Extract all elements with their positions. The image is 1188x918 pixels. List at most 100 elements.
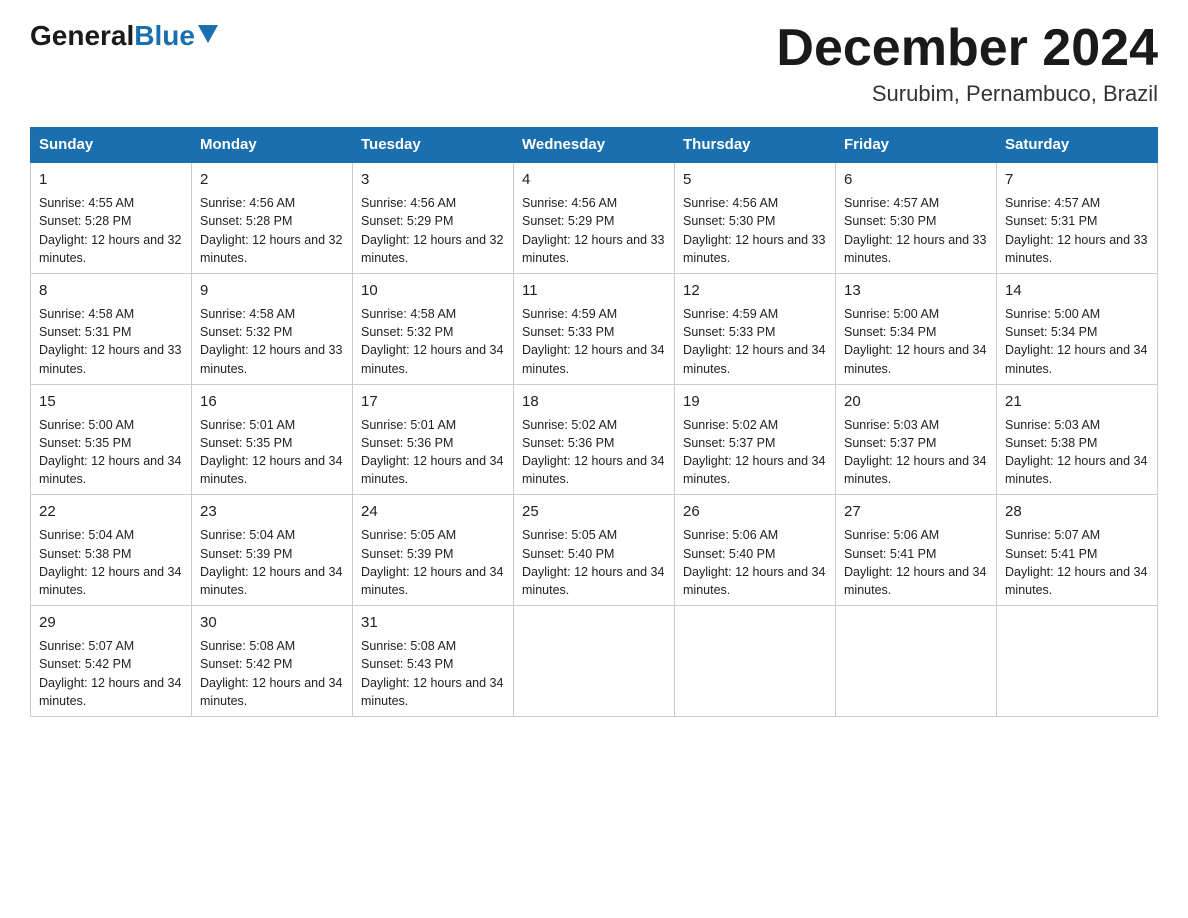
calendar-cell: 27 Sunrise: 5:06 AMSunset: 5:41 PMDayligh… (836, 495, 997, 606)
logo-blue-part: Blue (134, 20, 218, 52)
header-sunday: Sunday (31, 128, 192, 163)
day-info: Sunrise: 5:06 AMSunset: 5:41 PMDaylight:… (844, 528, 986, 597)
day-info: Sunrise: 4:56 AMSunset: 5:28 PMDaylight:… (200, 196, 342, 265)
calendar-cell: 26 Sunrise: 5:06 AMSunset: 5:40 PMDayligh… (675, 495, 836, 606)
calendar-cell: 21 Sunrise: 5:03 AMSunset: 5:38 PMDayligh… (997, 384, 1158, 495)
calendar-cell: 5 Sunrise: 4:56 AMSunset: 5:30 PMDaylight… (675, 162, 836, 273)
header-tuesday: Tuesday (353, 128, 514, 163)
day-number: 7 (1005, 169, 1149, 190)
calendar-cell: 12 Sunrise: 4:59 AMSunset: 5:33 PMDayligh… (675, 273, 836, 384)
month-title: December 2024 (776, 20, 1158, 77)
day-number: 1 (39, 169, 183, 190)
day-info: Sunrise: 5:00 AMSunset: 5:35 PMDaylight:… (39, 418, 181, 487)
location-subtitle: Surubim, Pernambuco, Brazil (776, 81, 1158, 107)
header-saturday: Saturday (997, 128, 1158, 163)
day-info: Sunrise: 5:01 AMSunset: 5:36 PMDaylight:… (361, 418, 503, 487)
day-number: 8 (39, 280, 183, 301)
day-number: 12 (683, 280, 827, 301)
day-number: 29 (39, 612, 183, 633)
day-number: 26 (683, 501, 827, 522)
calendar-cell: 13 Sunrise: 5:00 AMSunset: 5:34 PMDayligh… (836, 273, 997, 384)
calendar-cell (514, 606, 675, 717)
day-info: Sunrise: 5:08 AMSunset: 5:42 PMDaylight:… (200, 639, 342, 708)
day-info: Sunrise: 4:56 AMSunset: 5:29 PMDaylight:… (361, 196, 503, 265)
calendar-cell: 11 Sunrise: 4:59 AMSunset: 5:33 PMDayligh… (514, 273, 675, 384)
day-info: Sunrise: 5:08 AMSunset: 5:43 PMDaylight:… (361, 639, 503, 708)
header-thursday: Thursday (675, 128, 836, 163)
calendar-cell: 9Sunrise: 4:58 AMSunset: 5:32 PMDaylight… (192, 273, 353, 384)
calendar-week-1: 1 Sunrise: 4:55 AMSunset: 5:28 PMDaylight… (31, 162, 1158, 273)
day-info: Sunrise: 4:57 AMSunset: 5:31 PMDaylight:… (1005, 196, 1147, 265)
day-info: Sunrise: 4:59 AMSunset: 5:33 PMDaylight:… (683, 307, 825, 376)
day-info: Sunrise: 5:03 AMSunset: 5:38 PMDaylight:… (1005, 418, 1147, 487)
day-info: Sunrise: 5:00 AMSunset: 5:34 PMDaylight:… (844, 307, 986, 376)
day-info: Sunrise: 5:02 AMSunset: 5:37 PMDaylight:… (683, 418, 825, 487)
day-number: 15 (39, 391, 183, 412)
day-number: 28 (1005, 501, 1149, 522)
calendar-cell: 4 Sunrise: 4:56 AMSunset: 5:29 PMDaylight… (514, 162, 675, 273)
day-number: 20 (844, 391, 988, 412)
calendar-cell: 14Sunrise: 5:00 AMSunset: 5:34 PMDayligh… (997, 273, 1158, 384)
day-number: 4 (522, 169, 666, 190)
calendar-cell: 24Sunrise: 5:05 AMSunset: 5:39 PMDayligh… (353, 495, 514, 606)
header-wednesday: Wednesday (514, 128, 675, 163)
day-info: Sunrise: 4:55 AMSunset: 5:28 PMDaylight:… (39, 196, 181, 265)
day-number: 9 (200, 280, 344, 301)
calendar-header-row: Sunday Monday Tuesday Wednesday Thursday… (31, 128, 1158, 163)
calendar-cell: 19 Sunrise: 5:02 AMSunset: 5:37 PMDayligh… (675, 384, 836, 495)
calendar-week-3: 15 Sunrise: 5:00 AMSunset: 5:35 PMDayligh… (31, 384, 1158, 495)
calendar-cell: 3 Sunrise: 4:56 AMSunset: 5:29 PMDaylight… (353, 162, 514, 273)
calendar-cell: 16Sunrise: 5:01 AMSunset: 5:35 PMDayligh… (192, 384, 353, 495)
page-header: General Blue December 2024 Surubim, Pern… (30, 20, 1158, 107)
day-number: 2 (200, 169, 344, 190)
day-info: Sunrise: 5:02 AMSunset: 5:36 PMDaylight:… (522, 418, 664, 487)
day-info: Sunrise: 4:59 AMSunset: 5:33 PMDaylight:… (522, 307, 664, 376)
day-number: 5 (683, 169, 827, 190)
calendar-cell: 25Sunrise: 5:05 AMSunset: 5:40 PMDayligh… (514, 495, 675, 606)
day-info: Sunrise: 4:56 AMSunset: 5:30 PMDaylight:… (683, 196, 825, 265)
day-number: 17 (361, 391, 505, 412)
logo-text: General Blue (30, 20, 218, 52)
day-number: 11 (522, 280, 666, 301)
calendar-cell: 2 Sunrise: 4:56 AMSunset: 5:28 PMDaylight… (192, 162, 353, 273)
calendar-cell (836, 606, 997, 717)
day-info: Sunrise: 5:03 AMSunset: 5:37 PMDaylight:… (844, 418, 986, 487)
day-number: 21 (1005, 391, 1149, 412)
calendar-cell: 18 Sunrise: 5:02 AMSunset: 5:36 PMDayligh… (514, 384, 675, 495)
calendar-cell: 20 Sunrise: 5:03 AMSunset: 5:37 PMDayligh… (836, 384, 997, 495)
day-number: 18 (522, 391, 666, 412)
calendar-cell: 7 Sunrise: 4:57 AMSunset: 5:31 PMDaylight… (997, 162, 1158, 273)
day-number: 19 (683, 391, 827, 412)
calendar-cell: 6 Sunrise: 4:57 AMSunset: 5:30 PMDaylight… (836, 162, 997, 273)
calendar-week-4: 22Sunrise: 5:04 AMSunset: 5:38 PMDayligh… (31, 495, 1158, 606)
calendar-week-5: 29Sunrise: 5:07 AMSunset: 5:42 PMDayligh… (31, 606, 1158, 717)
calendar-cell: 22Sunrise: 5:04 AMSunset: 5:38 PMDayligh… (31, 495, 192, 606)
calendar-cell: 23 Sunrise: 5:04 AMSunset: 5:39 PMDayligh… (192, 495, 353, 606)
day-info: Sunrise: 5:05 AMSunset: 5:39 PMDaylight:… (361, 528, 503, 597)
day-info: Sunrise: 5:04 AMSunset: 5:39 PMDaylight:… (200, 528, 342, 597)
calendar-cell: 31 Sunrise: 5:08 AMSunset: 5:43 PMDayligh… (353, 606, 514, 717)
day-number: 31 (361, 612, 505, 633)
day-info: Sunrise: 4:58 AMSunset: 5:31 PMDaylight:… (39, 307, 181, 376)
day-info: Sunrise: 5:06 AMSunset: 5:40 PMDaylight:… (683, 528, 825, 597)
calendar-cell: 15 Sunrise: 5:00 AMSunset: 5:35 PMDayligh… (31, 384, 192, 495)
calendar-cell: 28Sunrise: 5:07 AMSunset: 5:41 PMDayligh… (997, 495, 1158, 606)
logo: General Blue (30, 20, 218, 52)
calendar-cell (675, 606, 836, 717)
day-number: 25 (522, 501, 666, 522)
logo-blue-text: Blue (134, 20, 195, 52)
calendar-cell: 10Sunrise: 4:58 AMSunset: 5:32 PMDayligh… (353, 273, 514, 384)
day-number: 23 (200, 501, 344, 522)
calendar-cell: 29Sunrise: 5:07 AMSunset: 5:42 PMDayligh… (31, 606, 192, 717)
calendar-cell (997, 606, 1158, 717)
day-number: 10 (361, 280, 505, 301)
day-number: 13 (844, 280, 988, 301)
day-number: 27 (844, 501, 988, 522)
day-number: 3 (361, 169, 505, 190)
day-number: 16 (200, 391, 344, 412)
day-info: Sunrise: 4:56 AMSunset: 5:29 PMDaylight:… (522, 196, 664, 265)
day-number: 22 (39, 501, 183, 522)
logo-general: General (30, 20, 134, 52)
day-info: Sunrise: 4:57 AMSunset: 5:30 PMDaylight:… (844, 196, 986, 265)
day-number: 6 (844, 169, 988, 190)
